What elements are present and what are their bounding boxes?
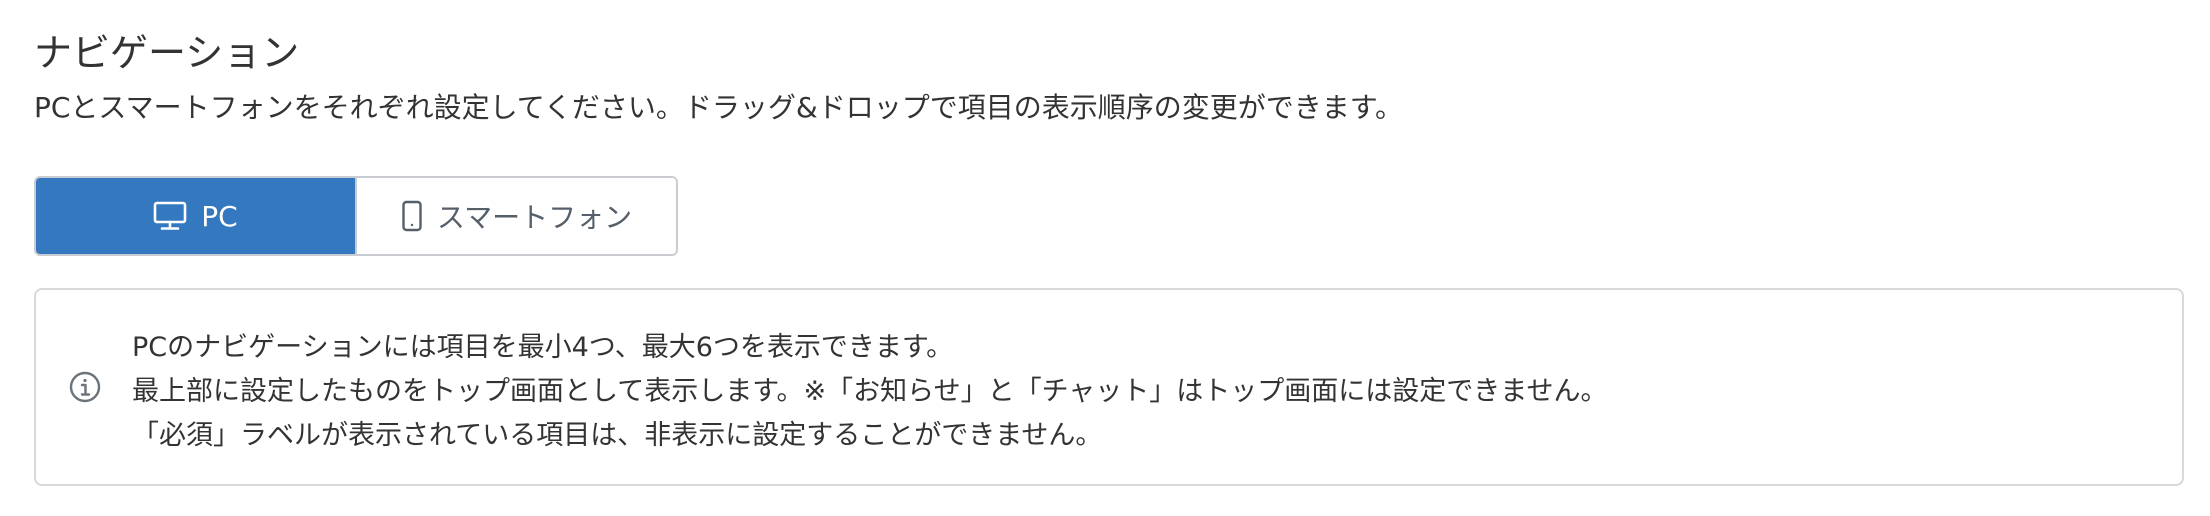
notice-line: PCのナビゲーションには項目を最小4つ、最大6つを表示できます。	[132, 332, 954, 363]
pc-tab-button[interactable]: PC	[36, 178, 355, 254]
smartphone-tab-label: スマートフォン	[436, 201, 633, 234]
section-title: ナビゲーション	[34, 31, 300, 75]
smartphone-tab-button[interactable]: スマートフォン	[355, 178, 676, 254]
smartphone-icon	[401, 200, 423, 232]
info-icon	[68, 370, 102, 408]
section-description: PCとスマートフォンをそれぞれ設定してください。ドラッグ&ドロップで項目の表示順…	[34, 91, 1403, 124]
notice-box: PCのナビゲーションには項目を最小4つ、最大6つを表示できます。 最上部に設定し…	[34, 288, 2184, 486]
notice-line: 「必須」ラベルが表示されている項目は、非表示に設定することができません。	[132, 420, 1103, 451]
device-toggle: PC スマートフォン	[34, 176, 678, 256]
pc-tab-label: PC	[201, 199, 238, 233]
notice-text: PCのナビゲーションには項目を最小4つ、最大6つを表示できます。 最上部に設定し…	[132, 326, 1608, 458]
monitor-icon	[153, 201, 187, 231]
notice-line: 最上部に設定したものをトップ画面として表示します。※「お知らせ」と「チャット」は…	[132, 376, 1608, 407]
